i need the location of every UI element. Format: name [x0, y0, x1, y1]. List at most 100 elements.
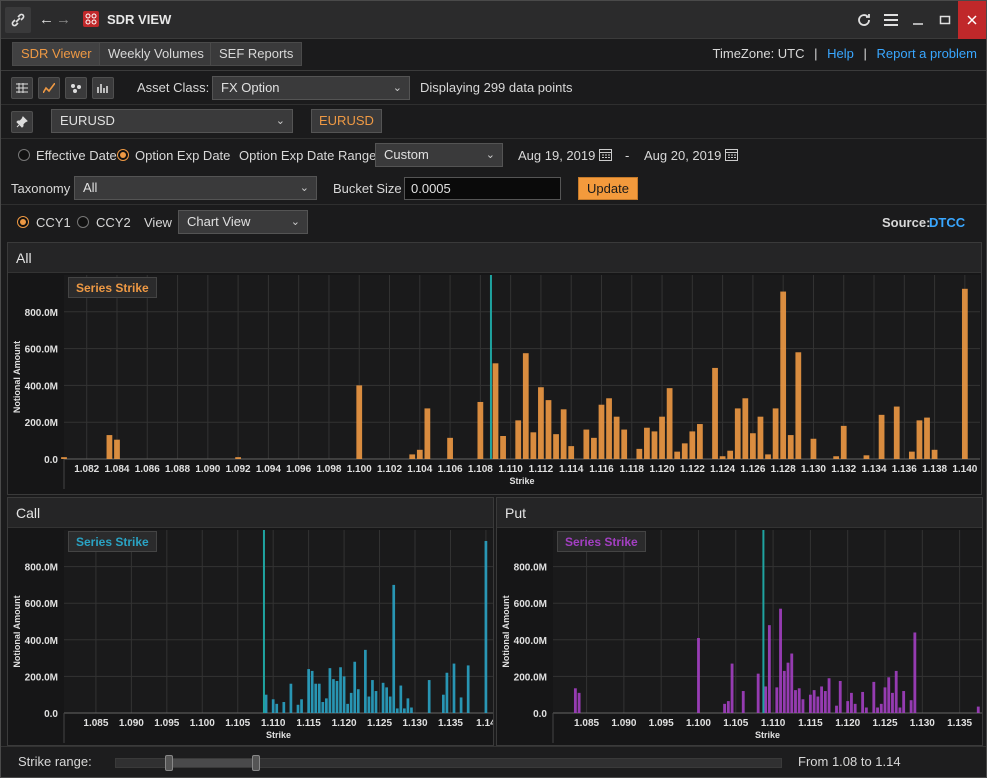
bar [913, 632, 917, 713]
x-tick-label: 1.095 [154, 718, 179, 729]
close-icon[interactable] [958, 1, 986, 39]
link-icon[interactable] [5, 7, 31, 33]
report-problem-link[interactable]: Report a problem [877, 46, 977, 61]
x-tick-label: 1.140 [952, 464, 977, 475]
table-view-icon[interactable] [11, 77, 33, 99]
bar [522, 353, 529, 459]
series-strike-label: Series Strike [557, 531, 646, 552]
x-tick-label: 1.120 [332, 718, 357, 729]
bar [741, 691, 745, 713]
end-date[interactable]: Aug 20, 2019 [644, 148, 721, 163]
bar [538, 387, 544, 459]
maximize-icon[interactable] [931, 1, 958, 39]
separator: | [814, 46, 818, 61]
strike-range-text: From 1.08 to 1.14 [798, 754, 901, 769]
y-tick-label: 800.0M [514, 563, 547, 574]
data-points-count: Displaying 299 data points [420, 80, 573, 95]
bar [459, 697, 463, 713]
bar [876, 707, 879, 713]
currency-pair-tag[interactable]: EURUSD [311, 109, 382, 133]
x-tick-label: 1.136 [892, 464, 917, 475]
asset-class-select[interactable]: FX Option ⌄ [212, 76, 410, 100]
bar [332, 679, 335, 713]
slider-start-handle[interactable] [165, 755, 173, 771]
option-exp-date-radio[interactable] [117, 149, 129, 161]
bar [492, 363, 499, 459]
effective-date-radio[interactable] [18, 149, 30, 161]
pin-icon[interactable] [11, 111, 33, 133]
asset-class-label: Asset Class: [137, 80, 210, 95]
asset-toolbar: Asset Class: FX Option ⌄ Displaying 299 d… [1, 71, 986, 105]
strike-range-label: Strike range: [18, 754, 92, 769]
x-tick-label: 1.082 [74, 464, 99, 475]
window-title: SDR VIEW [107, 12, 172, 27]
bar-chart-icon[interactable] [92, 77, 114, 99]
bar [356, 385, 363, 459]
menu-icon[interactable] [877, 1, 904, 39]
bar [484, 540, 488, 713]
bar [317, 683, 321, 713]
put-strike-chart: 0.0 200.0M 400.0M 600.0M 800.0M 1.085 1.090 1.0… [501, 530, 982, 743]
ccy1-radio[interactable] [17, 216, 29, 228]
bar [300, 699, 303, 713]
tab-weekly-volumes[interactable]: Weekly Volumes [99, 42, 213, 66]
bar [583, 429, 590, 459]
all-strike-chart: 0.0 200.0M 400.0M 600.0M 800.0M 1.082 1.084 1.0… [12, 275, 980, 489]
bar [797, 688, 801, 713]
calendar-icon[interactable] [725, 148, 738, 164]
bar [275, 703, 279, 713]
bar [782, 670, 786, 713]
bucket-size-input[interactable]: 0.0005 [404, 177, 561, 200]
taxonomy-select[interactable]: All ⌄ [74, 176, 317, 200]
help-link[interactable]: Help [827, 46, 854, 61]
bar [902, 691, 906, 713]
bar [545, 400, 552, 459]
slider-end-handle[interactable] [252, 755, 260, 771]
x-tick-label: 1.095 [649, 718, 674, 729]
x-tick-label: 1.112 [529, 464, 554, 475]
y-tick-label: 0.0 [533, 709, 547, 720]
back-arrow-icon[interactable]: ← [39, 11, 54, 28]
x-tick-label: 1.092 [226, 464, 251, 475]
bar [606, 398, 612, 459]
title-bar: ← → SDR VIEW [1, 1, 986, 39]
bar [887, 677, 891, 713]
bar [734, 408, 741, 459]
window-controls [850, 1, 986, 39]
x-tick-label: 1.085 [83, 718, 108, 729]
bar [853, 703, 857, 713]
view-label: View [144, 215, 172, 230]
bar [289, 683, 293, 713]
ccy2-radio[interactable] [77, 216, 89, 228]
bar [310, 670, 314, 713]
tab-sdr-viewer[interactable]: SDR Viewer [12, 42, 101, 66]
call-chart-panel: Call 0.0 200.0M 400.0M 600.0M 800.0M 1.085 1.0… [7, 497, 494, 746]
refresh-icon[interactable] [850, 1, 877, 39]
bar [568, 446, 575, 459]
bar [863, 455, 870, 459]
start-date[interactable]: Aug 19, 2019 [518, 148, 595, 163]
scatter-chart-icon[interactable] [65, 77, 87, 99]
bar [916, 420, 923, 459]
bar [452, 663, 456, 713]
strike-range-slider[interactable] [115, 755, 782, 771]
bar [780, 291, 787, 459]
date-range-select[interactable]: Custom ⌄ [375, 143, 503, 167]
calendar-icon[interactable] [599, 148, 612, 164]
line-chart-icon[interactable] [38, 77, 60, 99]
x-tick-label: 1.090 [611, 718, 636, 729]
bar [689, 431, 696, 459]
currency-pair-select[interactable]: EURUSD ⌄ [51, 109, 293, 133]
source-link[interactable]: DTCC [929, 215, 965, 230]
bar [712, 367, 718, 459]
bar [325, 698, 328, 713]
bar [742, 398, 749, 459]
minimize-icon[interactable] [904, 1, 931, 39]
update-button[interactable]: Update [578, 177, 638, 200]
bar [726, 701, 730, 713]
forward-arrow-icon[interactable]: → [56, 11, 71, 28]
tab-sef-reports[interactable]: SEF Reports [210, 42, 303, 66]
bar [674, 451, 681, 459]
view-select[interactable]: Chart View ⌄ [178, 210, 308, 234]
put-chart-panel: Put 0.0 200.0M 400.0M 600.0M 800.0M 1.085 1.09… [496, 497, 983, 746]
